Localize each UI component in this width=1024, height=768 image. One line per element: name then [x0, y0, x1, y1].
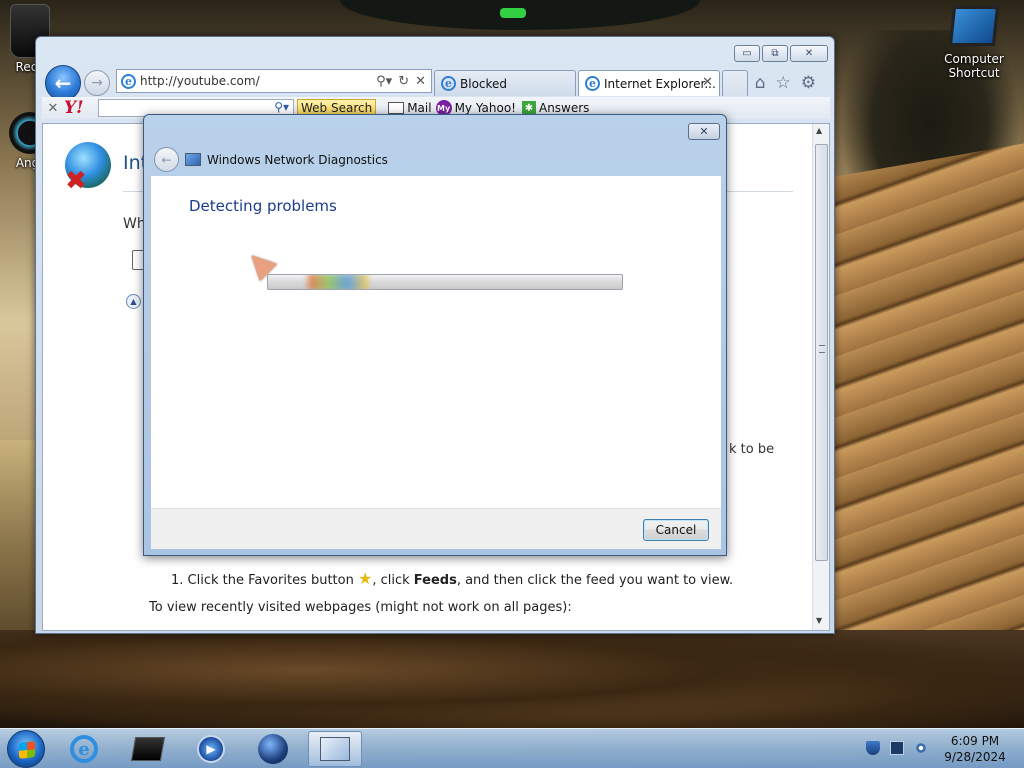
expand-icon[interactable]: ▲ [126, 294, 141, 309]
favorites-star-icon: ★ [358, 569, 373, 588]
globe-icon [258, 734, 288, 764]
minimize-icon: ▭ [742, 48, 752, 59]
clock-date: 9/28/2024 [944, 750, 1006, 764]
taskbar-globe-app[interactable] [246, 731, 300, 767]
new-tab-button[interactable] [722, 70, 748, 96]
network-diagnostics-icon [185, 153, 201, 166]
toolbar-close-icon[interactable]: ✕ [42, 101, 64, 116]
instruction-step: 1. Click the Favorites button ★, click F… [171, 569, 733, 588]
close-button[interactable]: ✕ [790, 45, 828, 62]
close-icon: ✕ [804, 48, 814, 59]
forward-button[interactable]: → [84, 70, 110, 96]
media-player-icon: ▶ [197, 735, 225, 763]
clock[interactable]: 6:09 PM 9/28/2024 [940, 733, 1010, 765]
close-icon: ✕ [699, 125, 709, 138]
system-tray [866, 741, 928, 755]
step-bold-text: Feeds [413, 573, 457, 588]
computer-icon [948, 6, 1000, 46]
refresh-icon[interactable]: ↻ [398, 74, 409, 89]
taskbar-network-diagnostics[interactable] [308, 731, 362, 767]
scrollbar-thumb[interactable] [815, 144, 828, 561]
desktop-icon-computer-shortcut[interactable]: Computer Shortcut [934, 6, 1014, 80]
back-arrow-icon: ← [161, 152, 172, 167]
yahoo-link-label: Mail [407, 101, 432, 115]
scroll-down-icon[interactable]: ▼ [816, 616, 822, 625]
wallpaper-rocks [0, 630, 1024, 728]
tab-label: Internet Explorer... [604, 76, 716, 91]
ie-caption-buttons: ▭ ⧉ ✕ [734, 45, 828, 62]
shield-icon[interactable] [866, 741, 880, 755]
restore-icon: ⧉ [771, 48, 779, 59]
address-tools: ⚲▾ ↻ ✕ [376, 74, 431, 89]
address-input[interactable]: http://youtube.com/ [140, 74, 372, 88]
stop-icon[interactable]: ✕ [415, 74, 426, 89]
search-icon[interactable]: ⚲▾ [376, 74, 392, 89]
taskbar-ie[interactable]: e [57, 731, 111, 767]
ie-tab-icon: e [585, 76, 600, 91]
gadget-indicator [500, 8, 526, 18]
taskbar: e ▶ 6:09 PM 9/28/2024 [0, 728, 1024, 768]
step-text: , and then click the feed you want to vi… [456, 573, 734, 588]
app-box-icon [130, 737, 166, 761]
desktop-icon-label-line2: Shortcut [948, 66, 1000, 80]
grip-icon [819, 345, 825, 353]
page-text: To view recently visited webpages (might… [149, 600, 572, 615]
address-bar[interactable]: e http://youtube.com/ ⚲▾ ↻ ✕ [116, 69, 432, 93]
dialog-close-button[interactable]: ✕ [688, 123, 720, 140]
yahoo-link-label: My Yahoo! [454, 101, 516, 115]
start-button[interactable] [7, 730, 45, 768]
maximize-button[interactable]: ⧉ [762, 45, 788, 62]
dialog-back-button[interactable]: ← [154, 147, 179, 172]
progress-animation-glow [308, 275, 368, 289]
windows-logo-icon [19, 741, 35, 759]
back-arrow-icon: ← [54, 71, 72, 95]
yahoo-link-answers[interactable]: ✱ Answers [521, 101, 590, 115]
ie-tab-icon: e [441, 76, 456, 91]
yahoo-link-label: Answers [538, 101, 590, 115]
internet-explorer-icon: e [70, 735, 98, 763]
tab-internet-explorer[interactable]: e Internet Explorer... ✕ [578, 70, 720, 96]
search-icon: ⚲▾ [274, 100, 289, 114]
mail-icon [388, 102, 405, 114]
clock-time: 6:09 PM [950, 734, 1000, 748]
dialog-footer: Cancel [151, 508, 721, 549]
network-diagnostics-icon [320, 737, 350, 761]
dialog-body: Detecting problems [151, 176, 721, 508]
error-x-icon: ✖ [65, 166, 87, 196]
ie-command-icons: ⌂ ☆ ⚙ [755, 73, 816, 93]
answers-icon: ✱ [521, 101, 536, 115]
step-text: , click [372, 573, 414, 588]
step-text: 1. Click the Favorites button [171, 573, 354, 588]
minimize-button[interactable]: ▭ [734, 45, 760, 62]
network-diagnostics-dialog: ✕ ← Windows Network Diagnostics Detectin… [143, 114, 727, 556]
network-icon[interactable] [890, 741, 904, 755]
taskbar-media-player[interactable]: ▶ [184, 731, 238, 767]
page-text: k to be [729, 442, 775, 457]
dialog-heading: Detecting problems [189, 197, 337, 215]
ie-navigation-bar: ← → e http://youtube.com/ ⚲▾ ↻ ✕ e Block… [42, 65, 830, 101]
tab-blocked[interactable]: e Blocked [434, 70, 576, 96]
tab-label: Blocked [460, 76, 508, 91]
forward-arrow-icon: → [91, 75, 103, 91]
progress-bar [267, 274, 623, 290]
gear-icon[interactable]: ⚙ [801, 73, 816, 93]
home-icon[interactable]: ⌂ [755, 73, 766, 93]
yahoo-logo[interactable]: Y! [64, 98, 98, 118]
scroll-up-icon[interactable]: ▲ [816, 126, 822, 135]
tab-close-icon[interactable]: ✕ [702, 75, 713, 90]
ie-page-icon: e [121, 73, 136, 89]
volume-icon[interactable] [914, 741, 928, 755]
dialog-title: Windows Network Diagnostics [207, 152, 388, 167]
favorites-star-icon[interactable]: ☆ [776, 73, 791, 93]
dialog-header: ← Windows Network Diagnostics [151, 143, 721, 176]
vertical-scrollbar[interactable]: ▲ ▼ [812, 124, 829, 630]
desktop-icon-label-line1: Computer [944, 52, 1004, 66]
yahoo-link-mail[interactable]: Mail [388, 101, 432, 115]
taskbar-app[interactable] [121, 731, 175, 767]
back-button[interactable]: ← [45, 65, 81, 101]
cancel-button[interactable]: Cancel [643, 519, 709, 541]
